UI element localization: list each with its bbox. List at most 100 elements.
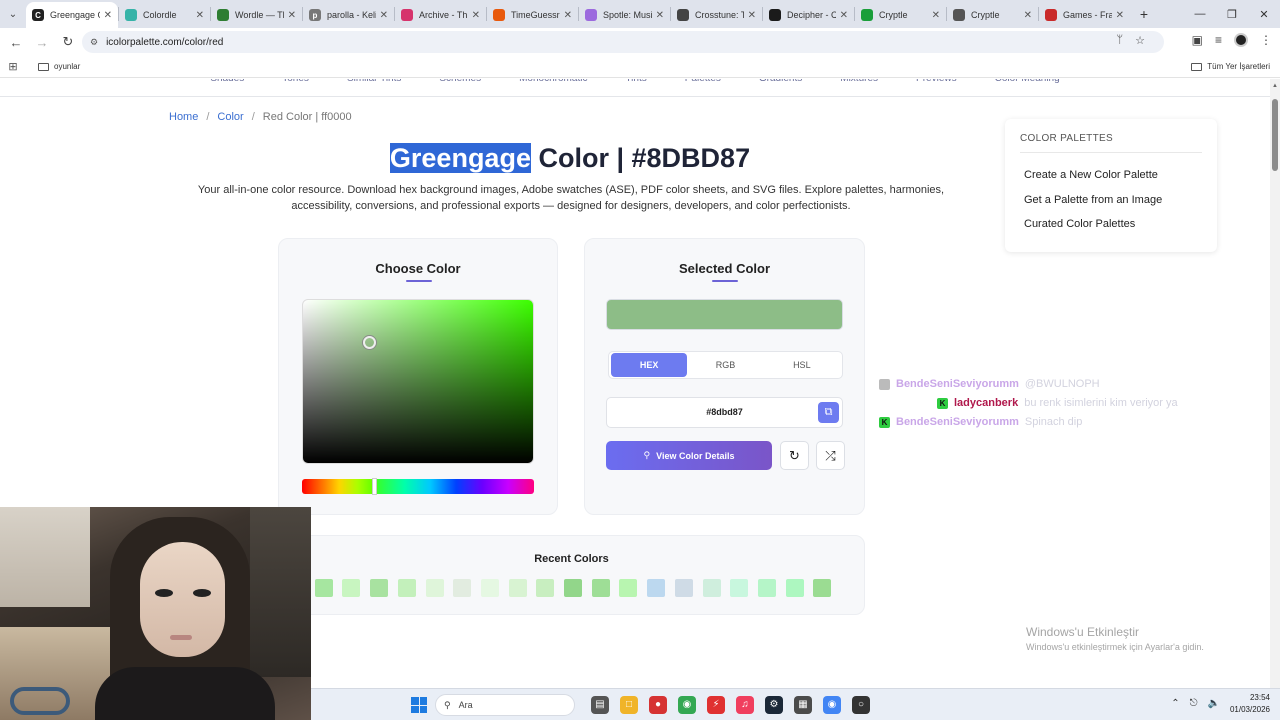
hue-slider[interactable] [302,478,534,495]
recent-color-swatch[interactable] [508,579,527,597]
apps-grid-icon[interactable]: ⊞ [0,60,26,73]
minimize-icon[interactable]: — [1184,0,1216,28]
recent-color-swatch[interactable] [536,579,555,597]
restore-icon[interactable]: ❐ [1216,0,1248,28]
back-arrow-icon[interactable]: ← [4,30,28,54]
tab-search-chevron-icon[interactable]: ⌄ [0,0,26,28]
new-tab-button[interactable]: + [1130,0,1158,28]
recent-color-swatch[interactable] [757,579,776,597]
browser-tab[interactable]: Wordle — Th ✕ [211,2,302,28]
recent-color-swatch[interactable] [564,579,582,597]
recent-color-swatch[interactable] [591,579,610,597]
browser-tab[interactable]: C Greengage C ✕ [26,2,118,28]
tab-close-icon[interactable]: ✕ [196,10,204,21]
chevron-up-icon[interactable]: ⌃ [1171,698,1179,709]
picker-handle[interactable] [363,336,376,349]
sitenav-link[interactable]: Monochromatic [519,79,587,96]
recent-color-swatch[interactable] [619,579,638,597]
recent-color-swatch[interactable] [314,579,333,597]
sitenav-link[interactable]: Color Meaning [995,79,1060,96]
obs-icon[interactable]: ○ [852,696,870,714]
steam-icon[interactable]: ⚙ [765,696,783,714]
recent-color-swatch[interactable] [342,579,361,597]
browser-tab[interactable]: Archive - Th ✕ [395,2,486,28]
browser-tab[interactable]: TimeGuessr ✕ [487,2,578,28]
scroll-up-icon[interactable]: ▲ [1272,83,1278,89]
recent-color-swatch[interactable] [674,579,693,597]
breadcrumb-home-link[interactable]: Home [169,111,198,123]
folder-icon[interactable]: □ [620,696,638,714]
hex-value-field[interactable]: #8dbd87 ⧉ [606,397,843,428]
view-color-details-button[interactable]: ⚲ View Color Details [606,441,772,470]
copy-icon[interactable]: ⧉ [818,402,839,423]
browser-tab[interactable]: Games - Fra ✕ [1039,2,1130,28]
speaker-icon[interactable]: 🔈 [1208,698,1220,709]
browser-tab[interactable]: p parolla - Keli ✕ [303,2,394,28]
sitenav-link[interactable]: Tones [282,79,309,96]
reload-icon[interactable]: ↻ [56,30,80,54]
browser-tab[interactable]: Decipher - C ✕ [763,2,854,28]
browser-tab[interactable]: Cryptle ✕ [947,2,1038,28]
recent-color-swatch[interactable] [397,579,416,597]
tab-close-icon[interactable]: ✕ [288,10,296,21]
browser-tab[interactable]: Spotle: Musi ✕ [579,2,670,28]
file-explorer-icon[interactable]: ▤ [591,696,609,714]
recent-color-swatch[interactable] [480,579,499,597]
sitenav-link[interactable]: Tints [625,79,646,96]
reset-button[interactable]: ↻ [780,441,809,470]
format-tab-hex[interactable]: HEX [611,353,688,377]
translate-icon[interactable]: ᛘ [1117,34,1124,47]
scrollbar-thumb[interactable] [1272,99,1278,171]
browser-tab[interactable]: Colordle ✕ [119,2,210,28]
browser-tab[interactable]: Crosstune: T ✕ [671,2,762,28]
recent-color-swatch[interactable] [647,579,666,597]
recent-color-swatch[interactable] [813,579,832,597]
lightning-app-icon[interactable]: ⚡ [707,696,725,714]
sitenav-link[interactable]: Shades [210,79,244,96]
curated-palettes-link[interactable]: Curated Color Palettes [1024,218,1135,230]
browser-menu-icon[interactable]: ⋮ [1260,33,1272,47]
tab-close-icon[interactable]: ✕ [656,10,664,21]
bookmark-folder-oyunlar[interactable]: oyunlar [38,62,80,71]
red-app-icon[interactable]: ● [649,696,667,714]
browser-tab[interactable]: Cryptle ✕ [855,2,946,28]
url-bar[interactable]: ⚙ icolorpalette.com/color/red [82,31,1164,53]
random-color-button[interactable]: ⤮ [816,441,845,470]
sitenav-link[interactable]: Previews [916,79,957,96]
microphone-icon[interactable]: ⎋ [1190,698,1198,709]
page-scrollbar[interactable]: ▲ [1270,79,1280,688]
recent-color-swatch[interactable] [785,579,804,597]
recent-color-swatch[interactable] [370,579,389,597]
recent-color-swatch[interactable] [425,579,444,597]
tab-close-icon[interactable]: ✕ [748,10,756,21]
palette-from-image-link[interactable]: Get a Palette from an Image [1024,194,1162,206]
create-palette-link[interactable]: Create a New Color Palette [1024,169,1158,181]
all-bookmarks-button[interactable]: Tüm Yer İşaretleri [1191,62,1270,71]
tab-close-icon[interactable]: ✕ [564,10,572,21]
bookmark-star-icon[interactable]: ☆ [1135,34,1145,47]
saturation-value-picker[interactable] [302,299,534,464]
hue-slider-handle[interactable] [372,478,377,495]
game-app-icon[interactable]: ▦ [794,696,812,714]
extensions-icon[interactable]: ▣ [1192,33,1203,47]
sitenav-link[interactable]: Schemes [439,79,481,96]
recent-color-swatch[interactable] [730,579,749,597]
sitenav-link[interactable]: Gradients [759,79,802,96]
tab-close-icon[interactable]: ✕ [840,10,848,21]
forward-arrow-icon[interactable]: → [30,30,54,54]
clock[interactable]: 23:54 01/03/2026 [1230,692,1270,716]
chrome-icon[interactable]: ◉ [678,696,696,714]
windows-start-icon[interactable] [411,697,427,713]
sitenav-link[interactable]: Palettes [685,79,721,96]
breadcrumb-color-link[interactable]: Color [217,111,243,123]
sitenav-link[interactable]: Similar Tints [347,79,401,96]
tab-close-icon[interactable]: ✕ [1116,10,1124,21]
tab-close-icon[interactable]: ✕ [1024,10,1032,21]
close-window-icon[interactable]: ✕ [1248,0,1280,28]
site-info-icon[interactable]: ⚙ [90,37,98,48]
recent-color-swatch[interactable] [453,579,472,597]
taskbar-search-box[interactable]: ⚲ Ara [435,694,575,716]
profile-avatar[interactable] [1234,33,1248,47]
recent-color-swatch[interactable] [702,579,721,597]
chrome-active-icon[interactable]: ◉ [823,696,841,714]
